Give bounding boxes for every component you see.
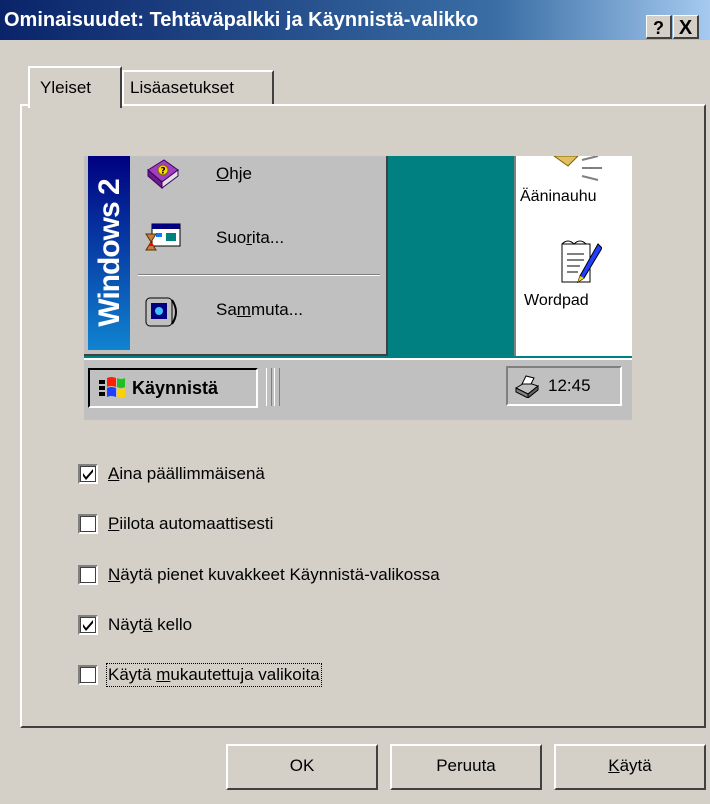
- tab-yleiset[interactable]: Yleiset: [28, 66, 122, 108]
- tab-panel: [20, 104, 706, 728]
- title-bar[interactable]: Ominaisuudet: Tehtäväpalkki ja Käynnistä…: [0, 0, 710, 40]
- tab-lisaasetukset[interactable]: Lisäasetukset: [122, 70, 274, 106]
- apply-button[interactable]: Käytä: [554, 744, 706, 790]
- help-button[interactable]: ?: [646, 15, 672, 39]
- close-button[interactable]: X: [673, 15, 699, 39]
- cancel-button[interactable]: Peruuta: [390, 744, 542, 790]
- tab-label: Lisäasetukset: [130, 78, 234, 97]
- tab-label: Yleiset: [40, 78, 92, 97]
- window-title: Ominaisuudet: Tehtäväpalkki ja Käynnistä…: [4, 9, 479, 31]
- ok-button[interactable]: OK: [226, 744, 378, 790]
